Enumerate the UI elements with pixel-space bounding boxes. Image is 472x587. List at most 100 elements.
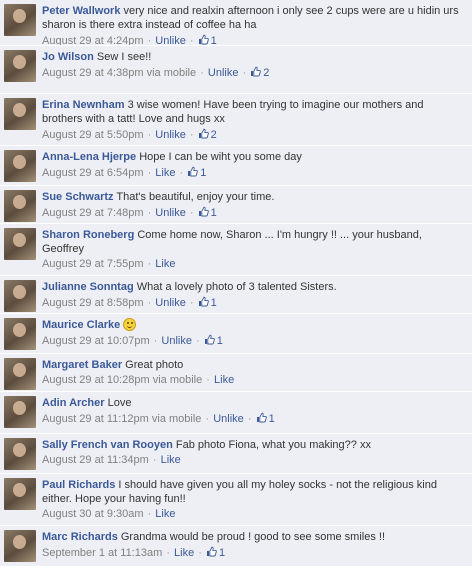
separator-dot: · — [186, 35, 197, 46]
avatar[interactable] — [4, 228, 36, 260]
avatar[interactable] — [4, 396, 36, 428]
like-toggle-link[interactable]: Unlike — [155, 129, 186, 141]
comment-author-link[interactable]: Jo Wilson — [42, 51, 94, 63]
comment-author-link[interactable]: Peter Wallwork — [42, 5, 120, 17]
comment-author-link[interactable]: Erina Newnham — [42, 99, 125, 111]
comment-body: Anna-Lena Hjerpe Hope I can be wiht you … — [42, 149, 466, 164]
comment-body: Sally French van Rooyen Fab photo Fiona,… — [42, 437, 466, 452]
comment-body: Jo Wilson Sew I see!! — [42, 49, 466, 64]
comment-author-link[interactable]: Margaret Baker — [42, 359, 122, 371]
like-count-link[interactable]: 1 — [206, 546, 225, 559]
like-count: 2 — [210, 129, 217, 141]
like-toggle-link[interactable]: Like — [174, 547, 194, 559]
comment-timestamp[interactable]: August 29 at 11:34pm — [42, 454, 149, 466]
avatar[interactable] — [4, 98, 36, 130]
like-toggle-link[interactable]: Unlike — [155, 297, 186, 309]
thumbs-up-icon — [198, 296, 209, 307]
avatar[interactable] — [4, 150, 36, 182]
comment-timestamp[interactable]: August 29 at 6:54pm — [42, 167, 144, 179]
comment-text: Grandma would be proud ! good to see som… — [120, 531, 386, 543]
comment: Paul Richards I should have given you al… — [0, 474, 472, 526]
avatar[interactable] — [4, 280, 36, 312]
like-count-link[interactable]: 1 — [256, 412, 275, 425]
thumbs-up-icon — [198, 34, 209, 45]
comment-timestamp[interactable]: August 29 at 4:24pm — [42, 35, 144, 45]
comment-timestamp[interactable]: August 29 at 10:28pm — [42, 374, 150, 386]
like-toggle-link[interactable]: Like — [155, 508, 175, 520]
comment-author-link[interactable]: Sharon Roneberg — [42, 229, 134, 241]
comment-timestamp[interactable]: August 29 at 7:55pm — [42, 258, 144, 270]
comment-timestamp[interactable]: August 29 at 11:12pm — [42, 413, 149, 425]
like-count: 1 — [210, 35, 217, 46]
comment-via: via mobile — [151, 413, 202, 425]
comment-author-link[interactable]: Paul Richards — [42, 479, 115, 491]
like-toggle-link[interactable]: Like — [214, 374, 234, 386]
comment-meta: August 29 at 8:58pm · Unlike · 1 — [42, 296, 466, 310]
comment-author-link[interactable]: Marc Richards — [42, 531, 118, 543]
like-toggle-link[interactable]: Unlike — [208, 67, 239, 79]
comment-body: Paul Richards I should have given you al… — [42, 477, 466, 506]
comment: Jo Wilson Sew I see!! August 29 at 4:38pm… — [0, 46, 472, 94]
comment-body: Marc Richards Grandma would be proud ! g… — [42, 529, 466, 544]
like-toggle-link[interactable]: Like — [155, 167, 175, 179]
comment-meta: August 30 at 9:30am · Like — [42, 508, 466, 521]
like-count-link[interactable]: 1 — [198, 206, 217, 219]
comment-text: Hope I can be wiht you some day — [139, 151, 302, 163]
separator-dot: · — [197, 67, 207, 79]
separator-dot: · — [244, 413, 255, 425]
separator-dot: · — [186, 297, 197, 309]
like-toggle-link[interactable]: Like — [155, 258, 175, 270]
comment-meta: August 29 at 5:50pm · Unlike · 2 — [42, 128, 466, 142]
comment-timestamp[interactable]: August 29 at 4:38pm — [42, 67, 144, 79]
comment: Anna-Lena Hjerpe Hope I can be wiht you … — [0, 146, 472, 186]
separator-dot: · — [144, 35, 155, 46]
like-count-link[interactable]: 1 — [198, 34, 217, 46]
avatar[interactable] — [4, 478, 36, 510]
like-toggle-link[interactable]: Unlike — [161, 335, 192, 347]
comment-author-link[interactable]: Anna-Lena Hjerpe — [42, 151, 136, 163]
separator-dot: · — [176, 167, 187, 179]
comment-author-link[interactable]: Julianne Sonntag — [42, 281, 134, 293]
like-count: 1 — [200, 167, 207, 179]
comment-author-link[interactable]: Sue Schwartz — [42, 191, 114, 203]
avatar[interactable] — [4, 50, 36, 82]
thumbs-up-icon — [204, 334, 215, 345]
like-count: 1 — [216, 335, 223, 347]
comment-text: Love — [107, 397, 132, 409]
separator-dot: · — [144, 167, 155, 179]
comment-body: Adin Archer Love — [42, 395, 466, 410]
comment-timestamp[interactable]: August 29 at 5:50pm — [42, 129, 144, 141]
avatar[interactable] — [4, 318, 36, 350]
like-toggle-link[interactable]: Like — [161, 454, 181, 466]
like-count-link[interactable]: 1 — [204, 334, 223, 347]
separator-dot: · — [150, 335, 161, 347]
comment-text: That's beautiful, enjoy your time. — [116, 191, 275, 203]
like-count-link[interactable]: 2 — [250, 66, 269, 79]
avatar[interactable] — [4, 438, 36, 470]
avatar[interactable] — [4, 190, 36, 222]
thumbs-up-icon — [187, 166, 199, 177]
comment-meta: August 29 at 4:38pm via mobile · Unlike … — [42, 66, 466, 80]
comment-body: Erina Newnham 3 wise women! Have been tr… — [42, 97, 466, 126]
like-toggle-link[interactable]: Unlike — [213, 413, 244, 425]
like-count-link[interactable]: 1 — [198, 296, 217, 309]
separator-dot: · — [163, 547, 174, 559]
comment-timestamp[interactable]: August 30 at 9:30am — [42, 508, 144, 520]
avatar[interactable] — [4, 358, 36, 390]
comment-author-link[interactable]: Adin Archer — [42, 397, 105, 409]
comment-timestamp[interactable]: September 1 at 11:13am — [42, 547, 162, 559]
comment-timestamp[interactable]: August 29 at 10:07pm — [42, 335, 150, 347]
comment-timestamp[interactable]: August 29 at 8:58pm — [42, 297, 144, 309]
comment: Peter Wallwork very nice and realxin aft… — [0, 0, 472, 46]
comment-timestamp[interactable]: August 29 at 7:48pm — [42, 207, 144, 219]
avatar[interactable] — [4, 530, 36, 562]
avatar[interactable] — [4, 4, 36, 36]
thumbs-up-icon — [198, 206, 209, 217]
comment-author-link[interactable]: Sally French van Rooyen — [42, 439, 173, 451]
like-count-link[interactable]: 2 — [198, 128, 217, 141]
separator-dot: · — [144, 508, 155, 520]
like-toggle-link[interactable]: Unlike — [155, 207, 186, 219]
like-toggle-link[interactable]: Unlike — [155, 35, 186, 45]
like-count-link[interactable]: 1 — [187, 166, 207, 179]
comment-author-link[interactable]: Maurice Clarke — [42, 319, 120, 331]
